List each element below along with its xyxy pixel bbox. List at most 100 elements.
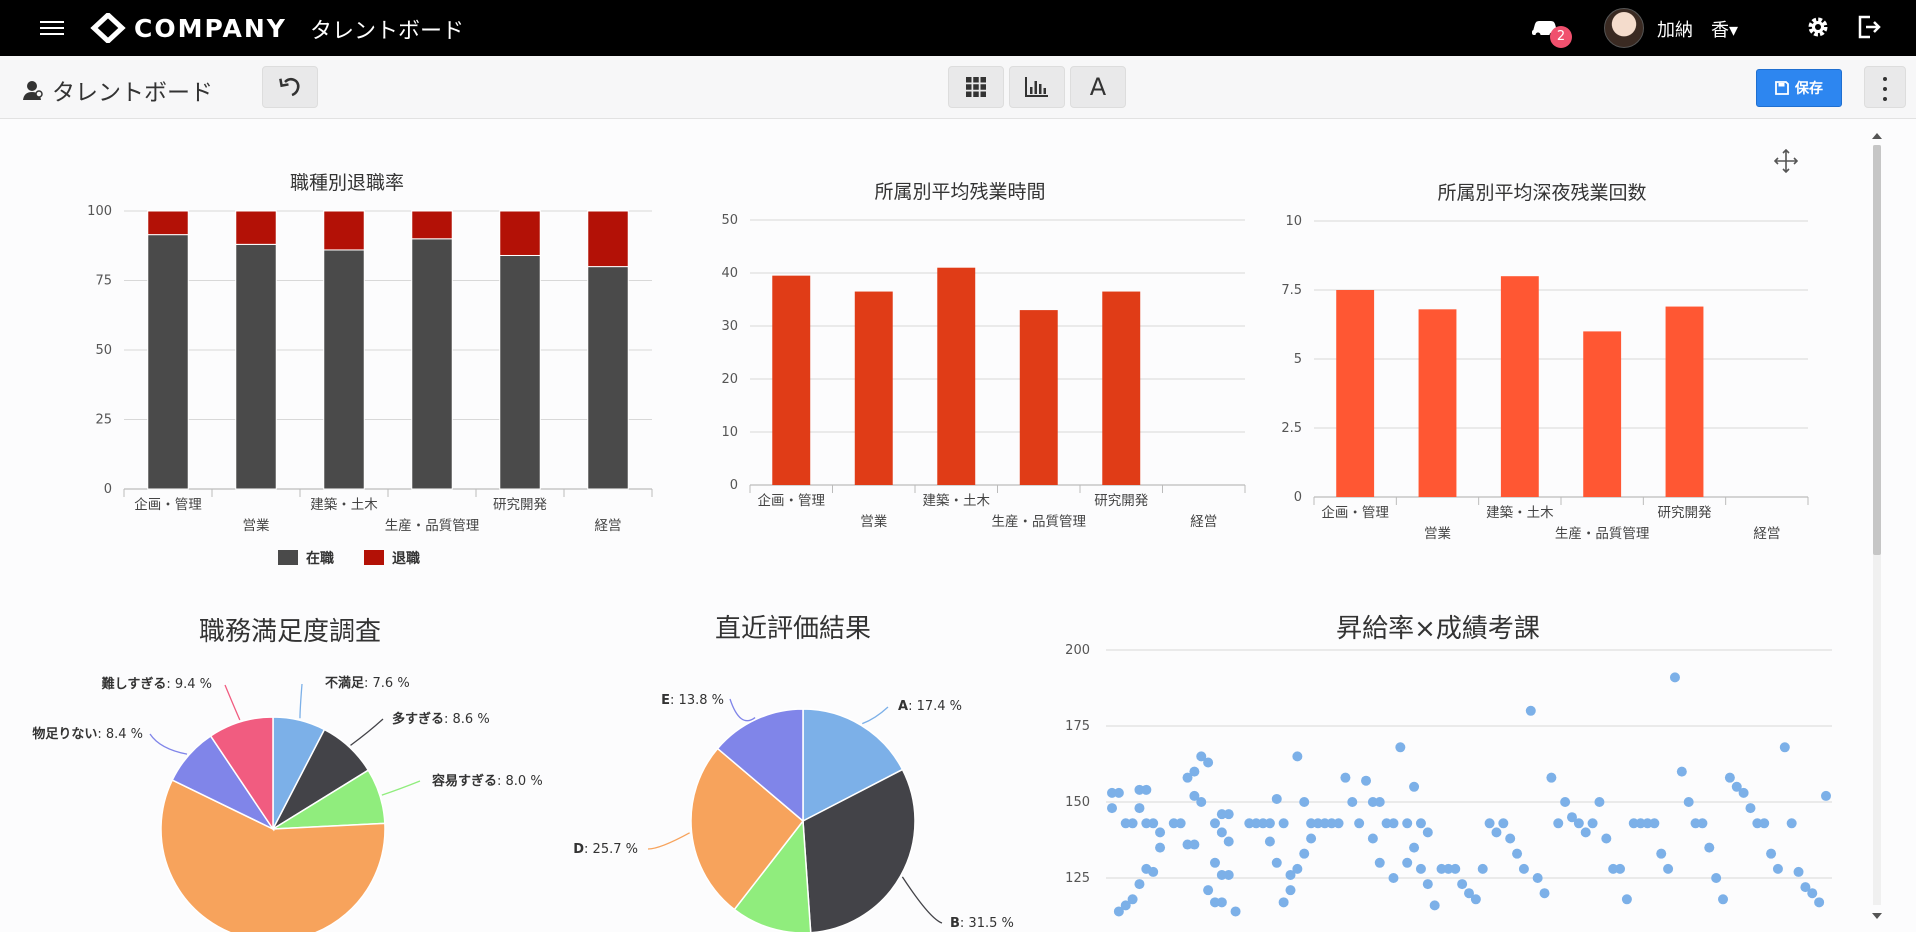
scatter-point xyxy=(1772,863,1783,874)
gear-icon[interactable] xyxy=(1806,15,1830,39)
undo-button[interactable] xyxy=(262,66,318,108)
y-tick-label: 150 xyxy=(1065,795,1090,810)
scatter-point xyxy=(1347,797,1358,807)
x-category-label: 研究開発 xyxy=(1658,505,1712,521)
scatter-point xyxy=(1340,772,1351,783)
more-options-button[interactable] xyxy=(1864,66,1906,108)
chart-view-button[interactable] xyxy=(1009,66,1065,108)
scatter-point xyxy=(1203,885,1214,896)
scatter-point xyxy=(1814,897,1825,908)
scatter-point xyxy=(1615,863,1626,874)
scrollbar-thumb[interactable] xyxy=(1873,145,1881,555)
page-title: タレントボード xyxy=(22,73,213,107)
floppy-disk-icon xyxy=(1775,81,1789,95)
x-category-label: 研究開発 xyxy=(493,497,547,513)
scatter-point xyxy=(1271,857,1282,868)
scatter-point xyxy=(1663,863,1674,874)
x-category-label: 研究開発 xyxy=(1094,493,1148,509)
y-tick-label: 20 xyxy=(721,372,738,387)
save-button[interactable]: 保存 xyxy=(1756,69,1842,107)
notification-badge[interactable]: 2 xyxy=(1550,26,1572,48)
scatter-point xyxy=(1388,818,1399,829)
pie-label: A: 17.4 % xyxy=(898,699,962,714)
y-tick-label: 0 xyxy=(1294,490,1302,505)
y-tick-label: 125 xyxy=(1065,871,1090,886)
scatter-point xyxy=(1134,803,1145,814)
bar xyxy=(1336,290,1375,497)
scatter-point xyxy=(1113,906,1124,917)
y-tick-label: 10 xyxy=(721,425,738,440)
pie-label-value: : 7.6 % xyxy=(364,676,410,691)
legend-label: 退職 xyxy=(392,550,420,567)
bar-0 xyxy=(323,249,365,490)
scatter-point xyxy=(1745,803,1756,814)
raise-chart: 昇給率×成績考課 125 150 175 200 xyxy=(1065,614,1832,917)
scatter-point xyxy=(1148,818,1159,829)
scatter-point xyxy=(1278,818,1289,829)
legend-swatch xyxy=(364,550,384,565)
pie-label-name: 容易すぎる xyxy=(431,773,497,789)
bar xyxy=(1583,331,1622,497)
scatter-point xyxy=(1484,818,1495,829)
pie-label-value: : 8.0 % xyxy=(497,774,543,789)
evaluation-title: 直近評価結果 xyxy=(715,614,871,644)
company-logo[interactable]: COMPANY xyxy=(90,12,287,44)
scatter-point xyxy=(1299,848,1310,859)
bar xyxy=(1019,310,1058,485)
scatter-point xyxy=(1113,787,1124,798)
x-category-label: 生産・品質管理 xyxy=(1555,526,1650,542)
scatter-point xyxy=(1738,787,1749,798)
scatter-point xyxy=(1175,818,1186,829)
text-tool-button[interactable]: A xyxy=(1070,66,1126,108)
scatter-point xyxy=(1107,803,1117,814)
x-category-label: 生産・品質管理 xyxy=(385,518,480,534)
scatter-point xyxy=(1333,818,1344,829)
bar-0 xyxy=(587,266,629,490)
vertical-scrollbar[interactable] xyxy=(1870,131,1884,921)
pie-label-value: : 8.6 % xyxy=(444,712,490,727)
pie-connector xyxy=(299,683,303,719)
scatter-point xyxy=(1292,863,1303,874)
x-category-label: 営業 xyxy=(860,514,888,530)
pie-connector xyxy=(350,718,384,746)
pie-label-name: A xyxy=(898,699,908,714)
brand-name: COMPANY xyxy=(134,13,287,43)
page-title-text: タレントボード xyxy=(52,80,213,106)
scatter-point xyxy=(1354,818,1365,829)
more-dot-icon xyxy=(1883,77,1887,81)
scatter-point xyxy=(1546,772,1557,783)
scatter-point xyxy=(1724,772,1735,783)
logout-icon[interactable] xyxy=(1856,14,1882,40)
x-category-label: 企画・管理 xyxy=(758,492,826,509)
scatter-point xyxy=(1216,827,1227,838)
overtime-chart: 所属別平均残業時間 0 10 20 30 40 50 企画・管理営業 建築・土木生産・品質管理研… xyxy=(721,181,1246,530)
grid-view-button[interactable] xyxy=(948,66,1004,108)
bar xyxy=(772,275,811,485)
scatter-point xyxy=(1292,751,1303,762)
pie-label: 物足りない: 8.4 % xyxy=(32,726,143,742)
pie-label-name: 物足りない xyxy=(32,726,97,742)
scatter-point xyxy=(1203,757,1214,768)
y-tick-label: 75 xyxy=(95,274,112,289)
user-menu[interactable]: 加納 香▾ xyxy=(1657,16,1738,42)
scatter-point xyxy=(1395,742,1406,753)
scatter-point xyxy=(1155,842,1166,853)
bar-1 xyxy=(147,210,189,236)
scroll-down-arrow-icon[interactable] xyxy=(1872,913,1882,919)
pie-label: E: 13.8 % xyxy=(661,693,724,708)
pie-label-name: E xyxy=(661,693,670,708)
y-tick-label: 25 xyxy=(95,413,112,428)
hamburger-menu-icon[interactable] xyxy=(40,17,64,39)
x-category-label: 経営 xyxy=(595,518,622,534)
scatter-point xyxy=(1786,818,1797,829)
scroll-up-arrow-icon[interactable] xyxy=(1872,133,1882,139)
scatter-point xyxy=(1718,894,1729,905)
scatter-point xyxy=(1539,888,1550,899)
bar xyxy=(1102,291,1141,485)
user-avatar[interactable] xyxy=(1604,8,1644,48)
y-tick-label: 2.5 xyxy=(1281,421,1302,436)
scatter-point xyxy=(1429,900,1440,911)
grid-icon xyxy=(966,77,986,97)
pie-label: D: 25.7 % xyxy=(573,842,638,857)
scatter-point xyxy=(1189,839,1200,850)
